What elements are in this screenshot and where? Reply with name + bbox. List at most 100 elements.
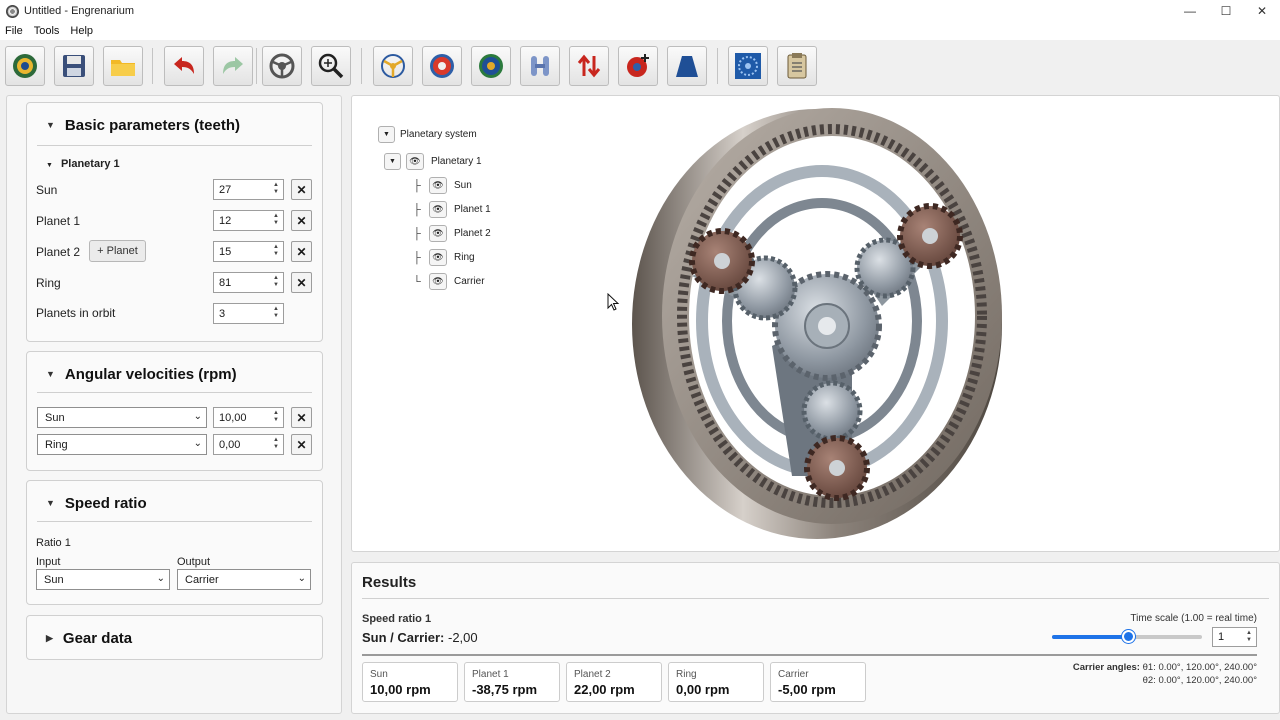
remove-velocity-1-button[interactable]: ✕ <box>291 407 312 428</box>
speed-ratio-result: Sun / Carrier: -2,00 <box>362 630 478 645</box>
undo-icon <box>174 57 194 74</box>
ring-teeth-input[interactable]: 81 ▲ ▼ <box>213 272 284 293</box>
save-icon <box>63 55 85 77</box>
undo-button[interactable] <box>164 46 204 86</box>
remove-sun-button[interactable]: ✕ <box>291 179 312 200</box>
carrier-view-button[interactable] <box>373 46 413 86</box>
velocity-value-1-input[interactable]: 10,00 ▲ ▼ <box>213 407 284 428</box>
carrier-angles-theta2: θ2: 0.00°, 120.00°, 240.00° <box>1142 675 1257 686</box>
toolbar <box>0 40 1280 92</box>
gear-3d-viewport[interactable]: ▼ Planetary system ▼ 👁 Planetary 1 ├ 👁 Sun ├ 👁… <box>351 95 1280 552</box>
sun-view-button[interactable] <box>422 46 462 86</box>
menu-file[interactable]: File <box>5 25 23 37</box>
time-scale-input[interactable]: 1 ▲ ▼ <box>1212 627 1257 647</box>
velocity-value-2-input[interactable]: 0,00 ▲ ▼ <box>213 434 284 455</box>
redo-icon <box>223 57 243 74</box>
collapse-triangle-icon: ▼ <box>46 498 55 508</box>
angular-velocities-section: ▼ Angular velocities (rpm) Sun ⌄ 10,00 ▲ ▼ ✕… <box>26 351 323 471</box>
sun-label: Sun <box>36 183 58 197</box>
steering-wheel-icon <box>269 53 295 79</box>
blue-gear-icon <box>735 53 761 79</box>
window-title: Untitled - Engrenarium <box>24 5 135 17</box>
ratio-label: Ratio 1 <box>36 537 71 549</box>
menu-tools[interactable]: Tools <box>34 25 60 37</box>
save-button[interactable] <box>54 46 94 86</box>
ratio-output-select[interactable]: Carrier ⌄ <box>177 569 311 590</box>
time-scale-label: Time scale (1.00 = real time) <box>1130 613 1257 624</box>
carrier-icon <box>381 54 405 78</box>
planet-gear-icon <box>479 54 503 78</box>
direction-button[interactable] <box>569 46 609 86</box>
output-label: Output <box>177 556 211 568</box>
speed-ratio-section: ▼ Speed ratio Ratio 1 Input Output Sun ⌄ C… <box>26 480 323 605</box>
planets-in-orbit-input[interactable]: 3 ▲ ▼ <box>213 303 284 324</box>
ring-label: Ring <box>36 276 61 290</box>
planet2-teeth-input[interactable]: 15 ▲ ▼ <box>213 241 284 262</box>
collapse-triangle-icon: ▼ <box>46 369 55 379</box>
basic-parameters-header[interactable]: ▼ Basic parameters (teeth) <box>27 103 322 147</box>
tooth-profile-button[interactable] <box>667 46 707 86</box>
gear-data-section: ▶ Gear data <box>26 615 323 660</box>
result-card-sun: Sun 10,00 rpm <box>362 662 458 702</box>
mesh-icon <box>531 56 549 76</box>
menu-bar: File Tools Help <box>0 22 1280 40</box>
planetary-group-label[interactable]: ▼ Planetary 1 <box>46 158 120 170</box>
result-card-ring: Ring 0,00 rpm <box>668 662 764 702</box>
time-scale-slider-thumb[interactable] <box>1122 630 1135 643</box>
open-button[interactable] <box>103 46 143 86</box>
remove-velocity-2-button[interactable]: ✕ <box>291 434 312 455</box>
arrows-updown-icon <box>577 54 601 78</box>
sun-gear-icon <box>430 54 454 78</box>
add-gear-button[interactable] <box>618 46 658 86</box>
input-label: Input <box>36 556 61 568</box>
results-title: Results <box>362 574 417 591</box>
expand-triangle-icon: ▶ <box>46 632 53 643</box>
report-button[interactable] <box>777 46 817 86</box>
result-card-planet2: Planet 2 22,00 rpm <box>566 662 662 702</box>
mouse-cursor-icon <box>607 293 620 311</box>
gear-data-header[interactable]: ▶ Gear data <box>27 616 322 660</box>
minimize-button[interactable]: — <box>1172 0 1208 22</box>
speed-ratio-title: Speed ratio 1 <box>362 613 432 625</box>
zoom-icon <box>318 53 344 79</box>
planetary-gearset-render <box>632 108 1002 539</box>
planet1-label: Planet 1 <box>36 214 81 228</box>
home-button[interactable] <box>5 46 45 86</box>
close-button[interactable]: ✕ <box>1244 0 1280 22</box>
gear-settings-button[interactable] <box>728 46 768 86</box>
remove-planet1-button[interactable]: ✕ <box>291 210 312 231</box>
remove-planet2-button[interactable]: ✕ <box>291 241 312 262</box>
basic-parameters-section: ▼ Basic parameters (teeth) ▼ Planetary 1 S… <box>26 102 323 342</box>
velocity-member-1-select[interactable]: Sun ⌄ <box>37 407 207 428</box>
clipboard-icon <box>787 53 807 79</box>
tooth-profile-icon <box>676 56 698 77</box>
remove-ring-button[interactable]: ✕ <box>291 272 312 293</box>
zoom-button[interactable] <box>311 46 351 86</box>
sun-teeth-input[interactable]: 27 ▲ ▼ <box>213 179 284 200</box>
menu-help[interactable]: Help <box>70 25 93 37</box>
results-panel: Results Speed ratio 1 Sun / Carrier: -2,… <box>351 562 1280 714</box>
velocity-member-2-select[interactable]: Ring ⌄ <box>37 434 207 455</box>
planet-view-button[interactable] <box>471 46 511 86</box>
speed-ratio-header[interactable]: ▼ Speed ratio <box>27 481 322 525</box>
redo-button[interactable] <box>213 46 253 86</box>
carrier-angles: Carrier angles: θ1: 0.00°, 120.00°, 240.… <box>1072 662 1257 673</box>
left-panel: ▼ Basic parameters (teeth) ▼ Planetary 1 S… <box>6 95 342 714</box>
ratio-input-select[interactable]: Sun ⌄ <box>36 569 170 590</box>
title-bar: Untitled - Engrenarium — ☐ ✕ <box>0 0 1280 22</box>
collapse-triangle-icon: ▼ <box>46 120 55 130</box>
maximize-button[interactable]: ☐ <box>1208 0 1244 22</box>
planetary-gear-icon <box>13 54 37 78</box>
reset-view-button[interactable] <box>262 46 302 86</box>
planet1-teeth-input[interactable]: 12 ▲ ▼ <box>213 210 284 231</box>
add-planet-button[interactable]: + Planet <box>89 240 146 262</box>
folder-icon <box>111 60 135 76</box>
result-card-planet1: Planet 1 -38,75 rpm <box>464 662 560 702</box>
time-scale-slider-fill <box>1052 635 1128 639</box>
angular-velocities-header[interactable]: ▼ Angular velocities (rpm) <box>27 352 322 396</box>
time-scale-slider[interactable] <box>1052 630 1202 643</box>
mesh-button[interactable] <box>520 46 560 86</box>
add-gear-icon <box>627 54 649 77</box>
app-gear-icon <box>6 4 19 18</box>
planet2-label: Planet 2 <box>36 245 81 259</box>
